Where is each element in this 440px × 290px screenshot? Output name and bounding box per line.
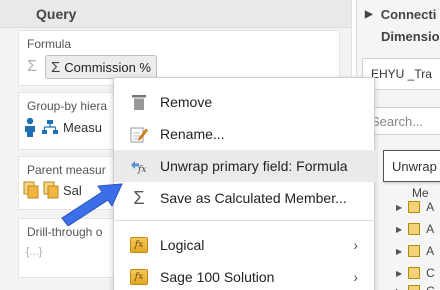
expand-icon[interactable]: ▶ — [396, 225, 402, 234]
menu-item-label: Logical — [160, 237, 205, 253]
pointer-arrow-icon — [61, 183, 123, 226]
query-panel-title: Query — [36, 5, 77, 22]
tree-item[interactable]: ▶ A — [396, 200, 434, 214]
tree-item-label: C — [426, 284, 435, 290]
formula-label: Formula — [27, 37, 72, 51]
expand-icon[interactable]: ▶ — [396, 203, 402, 212]
tree-item-label: C — [426, 266, 435, 280]
person-icon — [25, 117, 35, 137]
svg-text:fx: fx — [137, 165, 146, 175]
trash-icon — [129, 92, 149, 112]
menu-item-label: Remove — [160, 94, 213, 110]
formula-chip-label: Commission % — [64, 59, 151, 75]
connection-select-value: EHYU _Tra — [371, 67, 432, 81]
connection-title: Connecti — [380, 6, 437, 22]
menu-item-sage-100-solution[interactable]: fx Sage 100 Solution › — [114, 261, 376, 290]
context-menu: Remove Rename... fx Unwrap primary field… — [113, 77, 376, 290]
chevron-right-icon: › — [353, 237, 358, 253]
folder-icon — [408, 201, 421, 213]
query-panel-header: Query — [0, 0, 351, 28]
menu-item-unwrap-primary-field[interactable]: fx Unwrap primary field: Formula — [114, 150, 376, 182]
sigma-icon: Σ — [51, 58, 61, 76]
chevron-right-icon: › — [353, 269, 358, 285]
connection-row[interactable]: ▶ Connecti — [357, 3, 440, 25]
menu-item-label: Unwrap primary field: Formula — [160, 158, 348, 174]
folder-icon — [408, 223, 421, 235]
tree-item[interactable]: ▶C — [396, 266, 435, 280]
folder-icon — [408, 245, 421, 257]
search-placeholder: Search... — [371, 113, 424, 129]
tree-item-label: A — [426, 244, 435, 258]
tree-item[interactable]: Me — [412, 186, 429, 200]
chevron-right-icon: ▶ — [365, 8, 373, 20]
tree-item-label: A — [426, 200, 435, 214]
fx-badge: fx — [130, 237, 148, 253]
menu-separator — [114, 220, 376, 221]
copy-icon — [23, 181, 39, 199]
tree-item-label: Me — [412, 186, 429, 200]
drill-through-value[interactable]: {...} — [23, 243, 45, 261]
fx-icon: fx — [129, 267, 149, 287]
folder-icon — [408, 267, 421, 279]
dimensions-title: Dimensio — [381, 28, 440, 44]
unwrap-formula-icon: fx — [129, 156, 149, 176]
expand-icon[interactable]: ▶ — [396, 269, 402, 278]
pencil-icon — [129, 124, 149, 144]
fx-icon: fx — [129, 235, 149, 255]
tooltip: Unwrap — [383, 150, 440, 182]
formula-chip[interactable]: Σ Commission % — [45, 55, 157, 79]
tooltip-text: Unwrap — [392, 158, 437, 174]
group-by-field[interactable]: Measu — [63, 120, 102, 135]
tree-item[interactable]: ▶C — [396, 284, 435, 290]
sigma-icon: Σ — [27, 58, 37, 75]
dimensions-row[interactable]: Dimensio — [357, 25, 440, 47]
menu-item-remove[interactable]: Remove — [114, 86, 376, 118]
fx-badge: fx — [130, 269, 148, 285]
menu-item-rename[interactable]: Rename... — [114, 118, 376, 150]
hierarchy-icon — [42, 120, 58, 134]
menu-item-label: Sage 100 Solution — [160, 269, 275, 285]
menu-item-save-calculated-member[interactable]: Σ Save as Calculated Member... — [114, 182, 376, 214]
tree-item[interactable]: ▶ A — [396, 244, 434, 258]
expand-icon[interactable]: ▶ — [396, 247, 402, 256]
expand-icon[interactable]: ▶ — [396, 287, 402, 290]
folder-icon — [408, 285, 421, 290]
menu-item-label: Save as Calculated Member... — [160, 190, 347, 206]
sigma-icon: Σ — [133, 187, 145, 208]
tree-item[interactable]: ▶ A — [396, 222, 434, 236]
menu-item-logical[interactable]: fx Logical › — [114, 229, 376, 261]
menu-item-label: Rename... — [160, 126, 225, 142]
tree-item-label: A — [426, 222, 435, 236]
